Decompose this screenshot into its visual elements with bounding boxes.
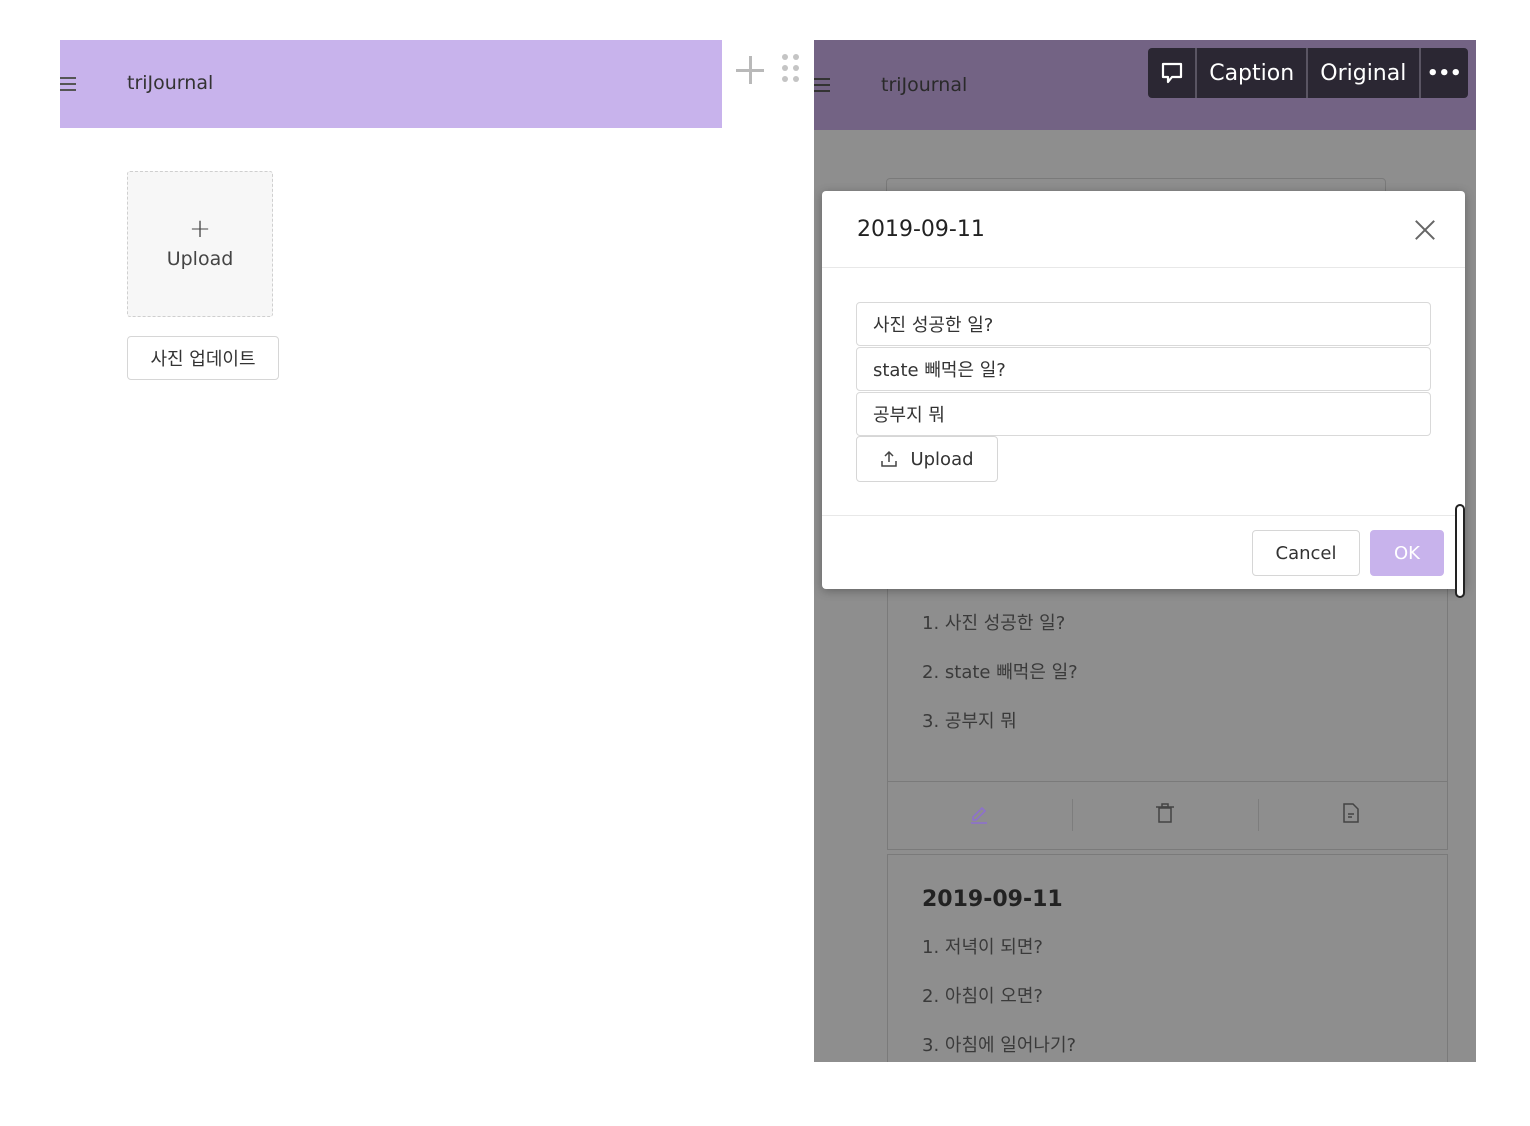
journal-card: 2019-09-11 1. 저녁이 되면? 2. 아침이 오면? 3. 아침에 … [887,854,1448,1062]
journal-card: 1. 사진 성공한 일? 2. state 빼먹은 일? 3. 공부지 뭐 [887,588,1448,850]
close-icon[interactable] [1414,219,1436,241]
plus-icon: + [189,214,211,244]
upload-label: Upload [166,248,234,270]
question-field-3[interactable]: 공부지 뭐 [856,392,1431,436]
document-icon[interactable] [1340,802,1362,824]
journal-item: 1. 사진 성공한 일? [922,613,1066,634]
journal-item: 3. 공부지 뭐 [922,711,1017,732]
question-field-2[interactable]: state 빼먹은 일? [856,347,1431,391]
comment-button[interactable] [1148,48,1198,98]
photo-update-button[interactable]: 사진 업데이트 [127,336,279,380]
journal-item: 2. 아침이 오면? [922,986,1043,1007]
delete-icon[interactable] [1154,802,1176,824]
upload-button[interactable]: Upload [856,436,998,482]
journal-item: 3. 아침에 일어나기? [922,1035,1077,1056]
upload-icon [880,450,898,468]
brand-title: triJournal [881,74,968,96]
upload-button-label: Upload [910,448,974,470]
upload-card[interactable]: + Upload [127,171,273,317]
journal-item: 2. state 빼먹은 일? [922,662,1078,683]
modal-title: 2019-09-11 [857,217,985,242]
cancel-button[interactable]: Cancel [1252,530,1360,576]
question-field-1[interactable]: 사진 성공한 일? [856,302,1431,346]
ok-button[interactable]: OK [1370,530,1444,576]
brand-title: triJournal [127,72,214,94]
more-options-button[interactable]: ••• [1421,48,1468,98]
edit-icon[interactable] [968,802,990,824]
edit-journal-modal: 2019-09-11 사진 성공한 일? state 빼먹은 일? 공부지 뭐 … [822,191,1465,589]
menu-icon[interactable] [814,78,830,92]
journal-date: 2019-09-11 [922,887,1063,912]
journal-item: 1. 저녁이 되면? [922,937,1043,958]
modal-scrollbar[interactable] [1455,504,1465,598]
card-actions [888,781,1447,848]
app-header: triJournal [60,40,722,128]
comment-icon [1161,62,1182,84]
menu-icon[interactable] [60,77,76,91]
image-toolbar: Caption Original ••• [1148,48,1468,98]
drag-handle-icon[interactable] [782,54,802,86]
add-block-icon[interactable] [734,54,766,86]
caption-button[interactable]: Caption [1197,48,1308,98]
original-button[interactable]: Original [1308,48,1421,98]
